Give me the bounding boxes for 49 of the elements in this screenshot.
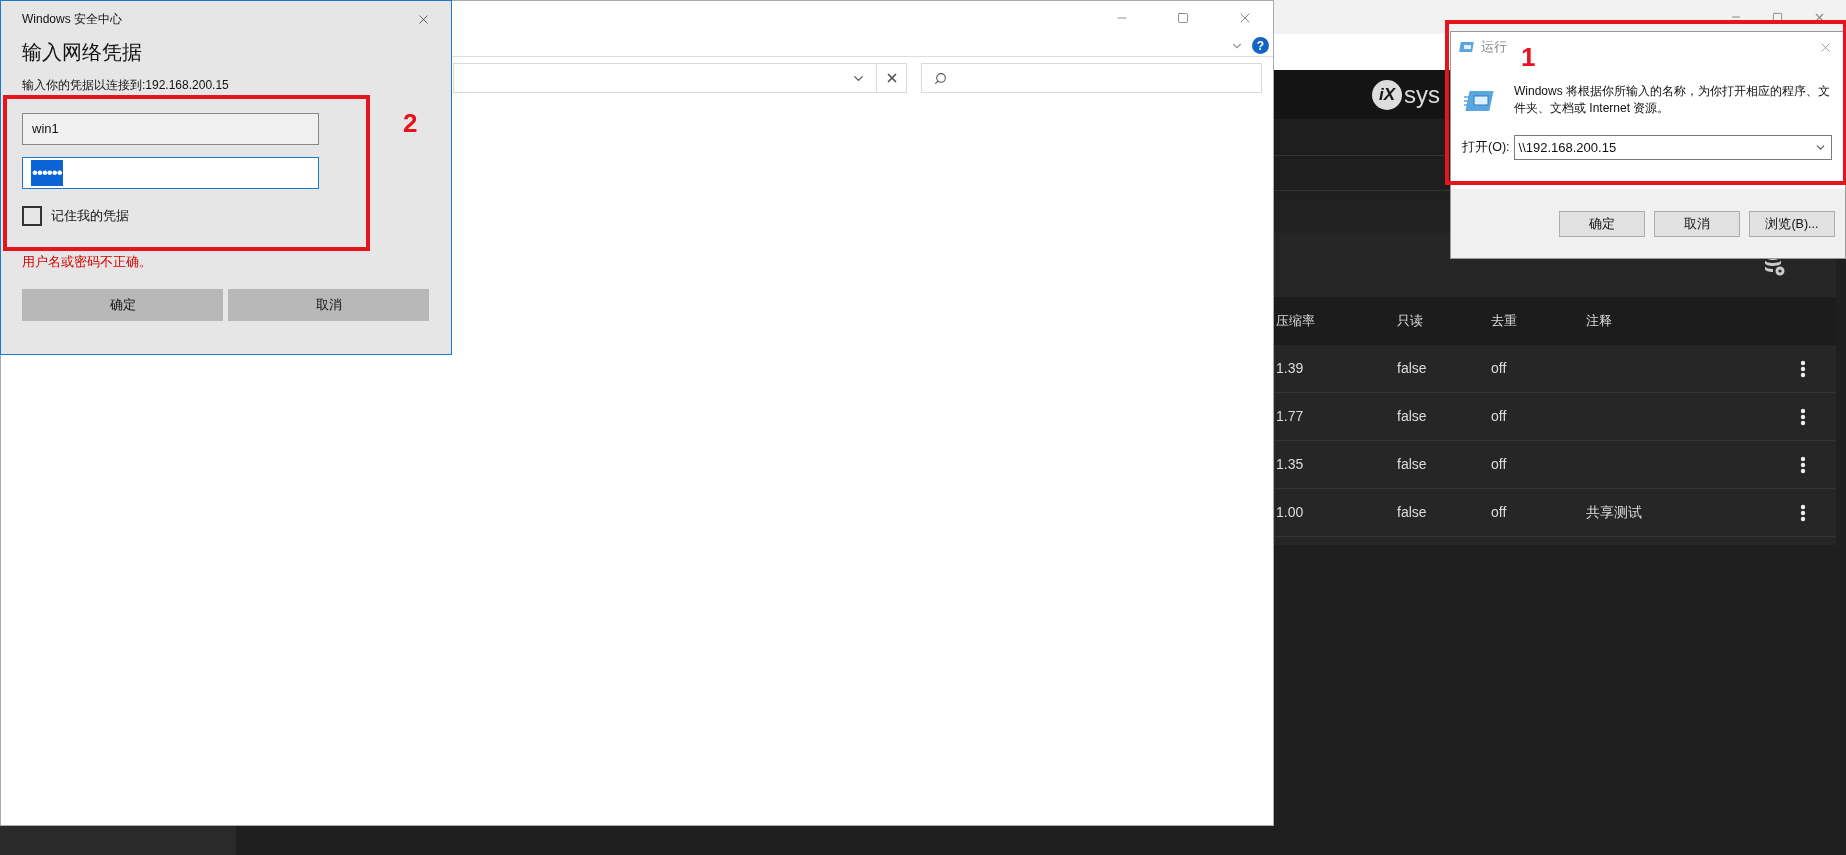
run-icon bbox=[1464, 89, 1496, 113]
table-cell: off bbox=[1491, 360, 1507, 376]
search-field[interactable] bbox=[921, 63, 1262, 93]
help-button[interactable]: ? bbox=[1252, 37, 1269, 54]
column-header: 压缩率 bbox=[1276, 312, 1316, 331]
table-cell: false bbox=[1397, 504, 1427, 520]
dialog-button[interactable]: 取消 bbox=[228, 288, 429, 321]
checkbox-label: 记住我的凭据 bbox=[51, 207, 129, 226]
table-cell: false bbox=[1397, 456, 1427, 472]
column-header: 注释 bbox=[1586, 312, 1613, 331]
error-message: 用户名或密码不正确。 bbox=[22, 253, 152, 271]
table-cell: 1.77 bbox=[1276, 408, 1304, 424]
dialog-button[interactable]: 取消 bbox=[1654, 211, 1740, 237]
more-options-icon[interactable] bbox=[1800, 503, 1806, 522]
table-cell: 1.00 bbox=[1276, 504, 1304, 520]
dialog-title: Windows 安全中心 bbox=[22, 11, 122, 28]
more-options-icon[interactable] bbox=[1800, 359, 1806, 378]
table-cell: off bbox=[1491, 504, 1507, 520]
maximize-icon[interactable] bbox=[1177, 12, 1189, 24]
table-cell: 共享测试 bbox=[1586, 504, 1642, 520]
open-field[interactable]: \\192.168.200.15 bbox=[1513, 135, 1832, 160]
table-cell: false bbox=[1397, 408, 1427, 424]
logo-text: sys bbox=[1404, 79, 1440, 110]
username-field[interactable]: win1 bbox=[22, 113, 319, 145]
search-icon bbox=[934, 71, 947, 85]
logo-mark: iX bbox=[1372, 79, 1402, 110]
column-header: 只读 bbox=[1397, 312, 1424, 331]
dialog-button[interactable]: 浏览(B)... bbox=[1749, 211, 1835, 237]
description-text: Windows 将根据你所输入的名称，为你打开相应的程序、文件夹、文档或 Internet 资源。 bbox=[1514, 83, 1831, 117]
more-options-icon[interactable] bbox=[1800, 455, 1806, 474]
dialog-title: 运行 bbox=[1481, 38, 1507, 57]
column-header: 去重 bbox=[1491, 312, 1518, 331]
table-cell: 1.35 bbox=[1276, 456, 1304, 472]
more-options-icon[interactable] bbox=[1800, 407, 1806, 426]
prompt-text: 输入你的凭据以连接到:192.168.200.15 bbox=[22, 78, 229, 93]
table-cell: off bbox=[1491, 456, 1507, 472]
annotation-number: 1 bbox=[1521, 42, 1536, 72]
dialog-button[interactable]: 确定 bbox=[22, 288, 223, 321]
checkbox[interactable] bbox=[22, 206, 42, 226]
table-cell: off bbox=[1491, 408, 1507, 424]
dialog-heading: 输入网络凭据 bbox=[22, 40, 143, 65]
password-field[interactable]: •••••• bbox=[22, 157, 319, 189]
table-cell: false bbox=[1397, 360, 1427, 376]
dialog-button[interactable]: 确定 bbox=[1559, 211, 1645, 237]
maximize-icon[interactable] bbox=[1772, 11, 1783, 23]
run-icon bbox=[1459, 41, 1475, 53]
table-cell: 1.39 bbox=[1276, 360, 1304, 376]
annotation-number: 2 bbox=[403, 107, 418, 140]
open-label: 打开(O): bbox=[1462, 139, 1510, 157]
